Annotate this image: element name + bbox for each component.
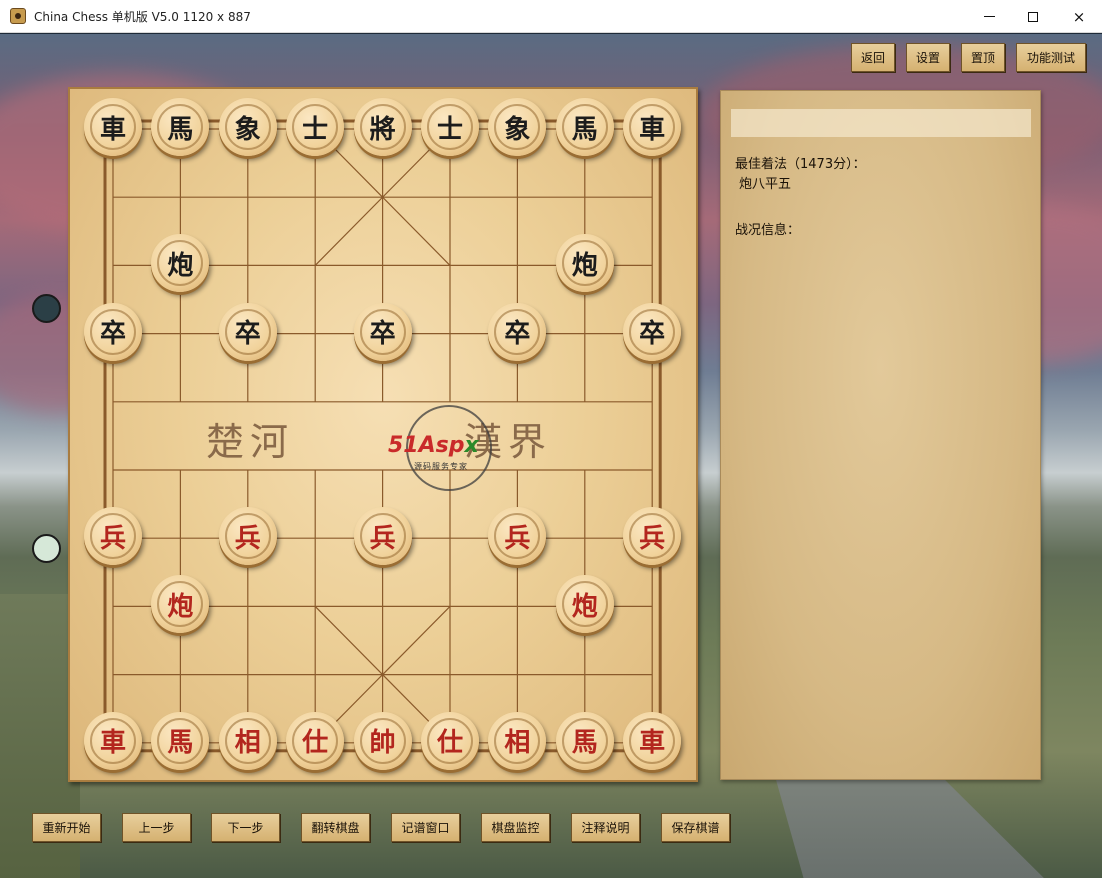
piece-label: 兵 (629, 513, 676, 560)
piece-label: 馬 (157, 717, 204, 764)
record-window-button[interactable]: 记谱窗口 (391, 813, 460, 842)
piece-label: 卒 (224, 308, 271, 355)
close-icon: × (1072, 7, 1086, 26)
piece-label: 馬 (561, 717, 608, 764)
piece-label: 車 (629, 717, 676, 764)
red-piece[interactable]: 帥 (353, 711, 412, 770)
red-piece[interactable]: 馬 (151, 711, 210, 770)
piece-label: 兵 (90, 513, 136, 560)
maximize-icon (1028, 11, 1038, 22)
window-title: China Chess 单机版 V5.0 1120 x 887 (34, 10, 251, 24)
chess-board[interactable]: 楚河 漢界 51Aspx 源码服务专家 車馬象士將士象馬車炮炮卒卒卒卒卒兵兵兵兵… (68, 87, 698, 782)
red-piece[interactable]: 兵 (84, 507, 142, 566)
piece-label: 兵 (359, 513, 406, 560)
piece-label: 士 (292, 104, 339, 150)
piece-label: 將 (359, 104, 406, 150)
maximize-button[interactable] (1010, 0, 1056, 33)
board-grid (103, 119, 662, 753)
piece-label: 馬 (157, 104, 204, 150)
piece-label: 炮 (561, 581, 608, 628)
best-move-value: 炮八平五 (739, 177, 792, 192)
app-icon (10, 8, 26, 24)
black-piece[interactable]: 卒 (84, 302, 142, 361)
piece-label: 卒 (629, 308, 676, 355)
black-piece[interactable]: 馬 (151, 98, 210, 156)
red-piece[interactable]: 仕 (421, 711, 479, 770)
river-label-left: 楚河 (206, 420, 295, 464)
piece-label: 卒 (359, 308, 406, 355)
black-piece[interactable]: 馬 (555, 98, 614, 156)
info-panel: 最佳着法（1473分）： 炮八平五 战况信息： (720, 90, 1041, 780)
status-label: 战况信息： (735, 223, 801, 238)
red-piece[interactable]: 仕 (286, 711, 345, 770)
watermark-subtitle: 源码服务专家 (414, 462, 468, 471)
title-bar: China Chess 单机版 V5.0 1120 x 887 × (0, 0, 1102, 33)
best-move-label: 最佳着法（1473分）： (735, 157, 866, 172)
pin-button[interactable]: 置顶 (961, 43, 1005, 72)
next-step-button[interactable]: 下一步 (211, 813, 280, 842)
red-piece[interactable]: 車 (623, 711, 682, 770)
watermark-logo: 51Aspx (388, 433, 479, 458)
piece-label: 卒 (90, 308, 136, 355)
minimize-icon (983, 16, 995, 17)
black-piece[interactable]: 車 (84, 98, 142, 156)
minimize-button[interactable] (966, 0, 1012, 33)
black-piece[interactable]: 士 (286, 98, 345, 156)
red-piece[interactable]: 兵 (353, 507, 412, 566)
red-piece[interactable]: 兵 (623, 507, 682, 566)
red-piece[interactable]: 兵 (218, 507, 277, 566)
black-piece[interactable]: 象 (488, 98, 547, 156)
red-piece[interactable]: 馬 (555, 711, 614, 770)
black-piece[interactable]: 士 (421, 98, 479, 156)
piece-label: 兵 (224, 513, 271, 560)
black-piece[interactable]: 卒 (488, 302, 547, 361)
black-piece[interactable]: 卒 (623, 302, 682, 361)
red-piece[interactable]: 相 (218, 711, 277, 770)
piece-label: 象 (494, 104, 541, 150)
black-piece[interactable]: 象 (218, 98, 277, 156)
red-piece[interactable]: 車 (84, 711, 142, 770)
piece-label: 兵 (494, 513, 541, 560)
settings-button[interactable]: 设置 (906, 43, 950, 72)
piece-label: 炮 (157, 240, 204, 287)
black-piece[interactable]: 車 (623, 98, 682, 156)
piece-label: 車 (629, 104, 676, 150)
black-piece[interactable]: 卒 (353, 302, 412, 361)
restart-button[interactable]: 重新开始 (32, 813, 101, 842)
piece-label: 卒 (494, 308, 541, 355)
piece-label: 仕 (292, 717, 339, 764)
piece-label: 仕 (427, 717, 473, 764)
back-button[interactable]: 返回 (851, 43, 895, 72)
piece-label: 炮 (561, 240, 608, 287)
annotation-help-button[interactable]: 注释说明 (571, 813, 640, 842)
black-piece[interactable]: 炮 (555, 234, 614, 293)
red-piece[interactable]: 相 (488, 711, 547, 770)
piece-label: 車 (90, 104, 136, 150)
red-piece[interactable]: 炮 (555, 575, 614, 634)
previous-step-button[interactable]: 上一步 (122, 813, 191, 842)
piece-label: 相 (494, 717, 541, 764)
piece-label: 相 (224, 717, 271, 764)
turn-marker-bottom (32, 534, 61, 563)
panel-input-field[interactable] (731, 109, 1031, 137)
piece-label: 象 (224, 104, 271, 150)
piece-label: 馬 (561, 104, 608, 150)
flip-board-button[interactable]: 翻转棋盘 (301, 813, 370, 842)
function-test-button[interactable]: 功能测试 (1016, 43, 1086, 72)
turn-marker-top (32, 294, 61, 323)
close-button[interactable]: × (1056, 0, 1102, 33)
black-piece[interactable]: 將 (353, 98, 412, 156)
piece-label: 士 (427, 104, 473, 150)
piece-label: 車 (90, 717, 136, 764)
piece-label: 炮 (157, 581, 204, 628)
black-piece[interactable]: 卒 (218, 302, 277, 361)
piece-label: 帥 (359, 717, 406, 764)
save-record-button[interactable]: 保存棋谱 (661, 813, 730, 842)
board-monitor-button[interactable]: 棋盘监控 (481, 813, 550, 842)
